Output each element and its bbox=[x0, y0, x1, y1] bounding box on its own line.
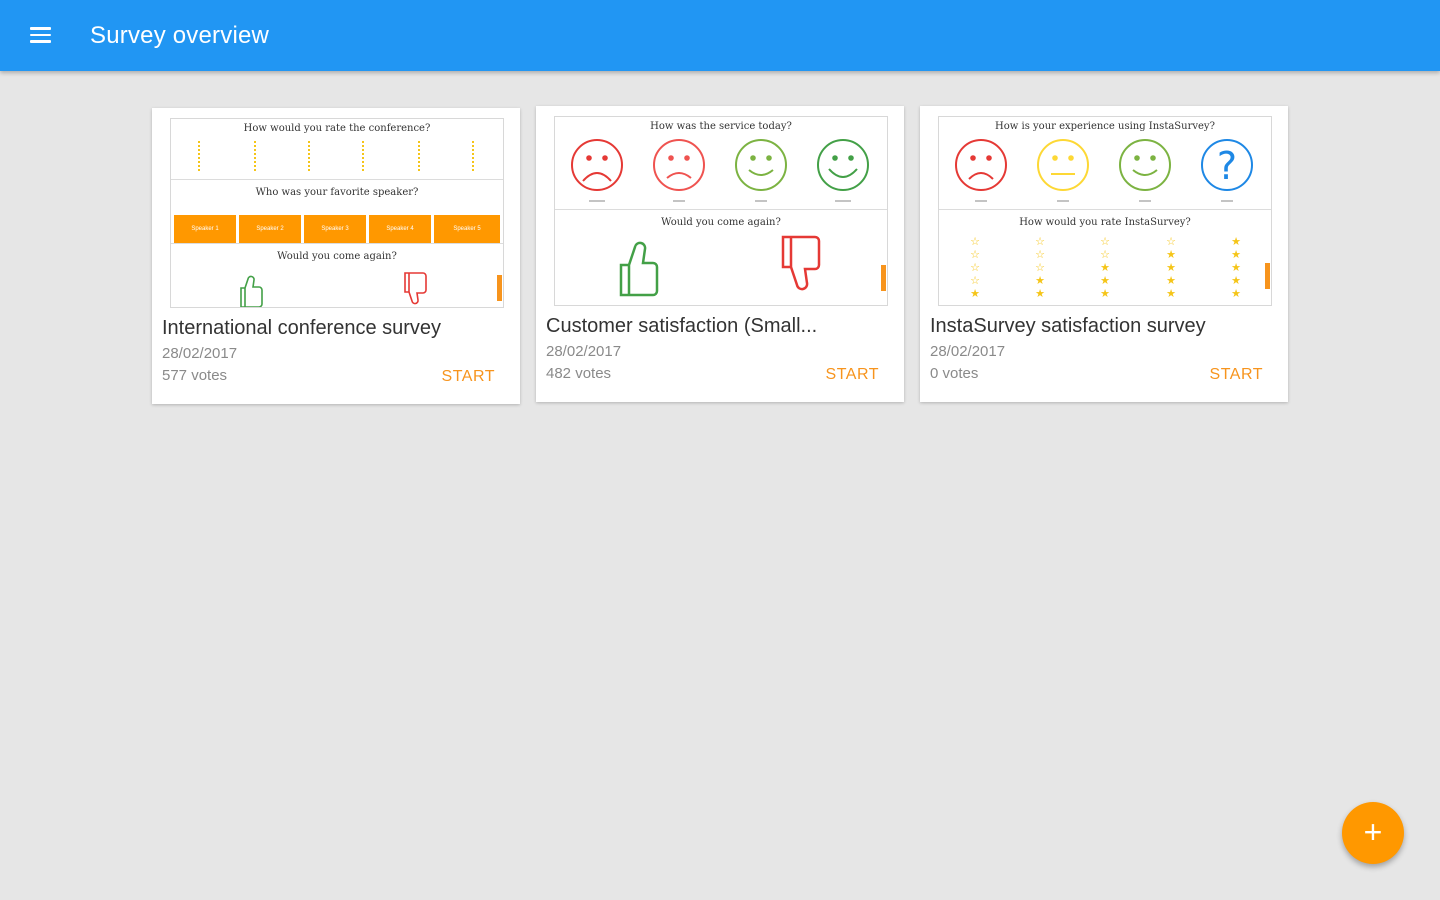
svg-text:☆: ☆ bbox=[1035, 235, 1045, 248]
svg-text:★: ★ bbox=[1166, 287, 1176, 300]
app-bar: Survey overview bbox=[0, 0, 1440, 71]
preview-question-2: How would you rate InstaSurvey? bbox=[1019, 217, 1191, 228]
svg-text:☆: ☆ bbox=[970, 261, 980, 274]
svg-text:☆: ☆ bbox=[1100, 248, 1110, 261]
survey-votes: 482 votes bbox=[546, 365, 612, 382]
survey-title: International conference survey bbox=[162, 317, 442, 339]
svg-text:★: ★ bbox=[970, 287, 980, 300]
survey-date: 28/02/2017 bbox=[546, 343, 622, 360]
svg-text:★: ★ bbox=[1166, 261, 1176, 274]
start-button[interactable]: START bbox=[826, 366, 879, 384]
thumbs-preview bbox=[240, 272, 427, 307]
thumbs-down-icon bbox=[404, 272, 427, 305]
smiley-scale-preview bbox=[571, 139, 869, 202]
thumbs-preview bbox=[619, 235, 821, 297]
svg-text:★: ★ bbox=[1166, 274, 1176, 287]
speaker-option: Speaker 2 bbox=[239, 215, 301, 243]
survey-date: 28/02/2017 bbox=[162, 345, 238, 362]
survey-title: InstaSurvey satisfaction survey bbox=[930, 315, 1206, 337]
svg-text:☆: ☆ bbox=[970, 274, 980, 287]
svg-text:★: ★ bbox=[1100, 287, 1110, 300]
survey-card-instasurvey-satisfaction[interactable]: How is your experience using InstaSurvey… bbox=[920, 106, 1288, 402]
svg-text:★: ★ bbox=[1035, 274, 1045, 287]
very-sad-face-icon bbox=[571, 139, 623, 191]
svg-text:★: ★ bbox=[1100, 261, 1110, 274]
svg-text:★: ★ bbox=[1166, 248, 1176, 261]
survey-votes: 577 votes bbox=[162, 367, 228, 384]
question-mark-icon: ? bbox=[1201, 139, 1253, 191]
happy-face-icon bbox=[735, 139, 787, 191]
speaker-option: Speaker 1 bbox=[174, 215, 236, 243]
svg-text:★: ★ bbox=[1100, 274, 1110, 287]
preview-question-1: How would you rate the conference? bbox=[243, 123, 431, 134]
svg-text:☆: ☆ bbox=[1035, 261, 1045, 274]
survey-date: 28/02/2017 bbox=[930, 343, 1006, 360]
svg-text:☆: ☆ bbox=[970, 235, 980, 248]
start-button[interactable]: START bbox=[442, 368, 495, 386]
page-title: Survey overview bbox=[90, 22, 270, 49]
survey-card-customer-satisfaction[interactable]: How was the service today? Would you com… bbox=[536, 106, 904, 402]
speaker-option: Speaker 3 bbox=[304, 215, 366, 243]
preview-question-1: How was the service today? bbox=[650, 121, 792, 132]
add-icon: + bbox=[1363, 814, 1383, 850]
preview-question-1: How is your experience using InstaSurvey… bbox=[995, 121, 1215, 132]
add-survey-button[interactable]: + bbox=[1342, 802, 1404, 864]
svg-text:☆: ☆ bbox=[970, 248, 980, 261]
menu-icon[interactable] bbox=[30, 27, 51, 43]
svg-text:☆: ☆ bbox=[1166, 235, 1176, 248]
svg-text:★: ★ bbox=[1231, 287, 1241, 300]
survey-votes: 0 votes bbox=[930, 365, 979, 382]
star-rating-preview: ☆☆☆☆★ ☆☆☆★★ ☆☆★★★ ☆★★★★ ★★★★★ bbox=[970, 235, 1241, 300]
start-button[interactable]: START bbox=[1210, 366, 1263, 384]
sad-face-icon bbox=[653, 139, 705, 191]
neutral-face-icon bbox=[1037, 139, 1089, 191]
survey-title: Customer satisfaction (Small... bbox=[546, 315, 818, 337]
smiley-scale-preview: ? bbox=[955, 139, 1253, 202]
svg-text:?: ? bbox=[1217, 144, 1237, 188]
happy-face-icon bbox=[1119, 139, 1171, 191]
svg-text:☆: ☆ bbox=[1100, 235, 1110, 248]
preview-question-2: Would you come again? bbox=[661, 217, 781, 228]
svg-text:★: ★ bbox=[1035, 287, 1045, 300]
thumbs-down-icon bbox=[781, 235, 821, 291]
very-happy-face-icon bbox=[817, 139, 869, 191]
svg-text:★: ★ bbox=[1231, 235, 1241, 248]
survey-preview-thumbnail: How was the service today? Would you com… bbox=[554, 116, 888, 306]
speaker-option: Speaker 4 bbox=[369, 215, 431, 243]
svg-text:☆: ☆ bbox=[1035, 248, 1045, 261]
preview-question-2: Who was your favorite speaker? bbox=[255, 187, 419, 198]
speaker-option: Speaker 5 bbox=[434, 215, 500, 243]
thumbs-up-icon bbox=[240, 275, 263, 307]
survey-preview-thumbnail: How would you rate the conference? Who w… bbox=[170, 118, 504, 308]
svg-text:★: ★ bbox=[1231, 261, 1241, 274]
svg-text:★: ★ bbox=[1231, 274, 1241, 287]
svg-text:★: ★ bbox=[1231, 248, 1241, 261]
sad-face-icon bbox=[955, 139, 1007, 191]
survey-card-international-conference[interactable]: How would you rate the conference? Who w… bbox=[152, 108, 520, 404]
thumbs-up-icon bbox=[619, 241, 659, 297]
survey-preview-thumbnail: How is your experience using InstaSurvey… bbox=[938, 116, 1272, 306]
